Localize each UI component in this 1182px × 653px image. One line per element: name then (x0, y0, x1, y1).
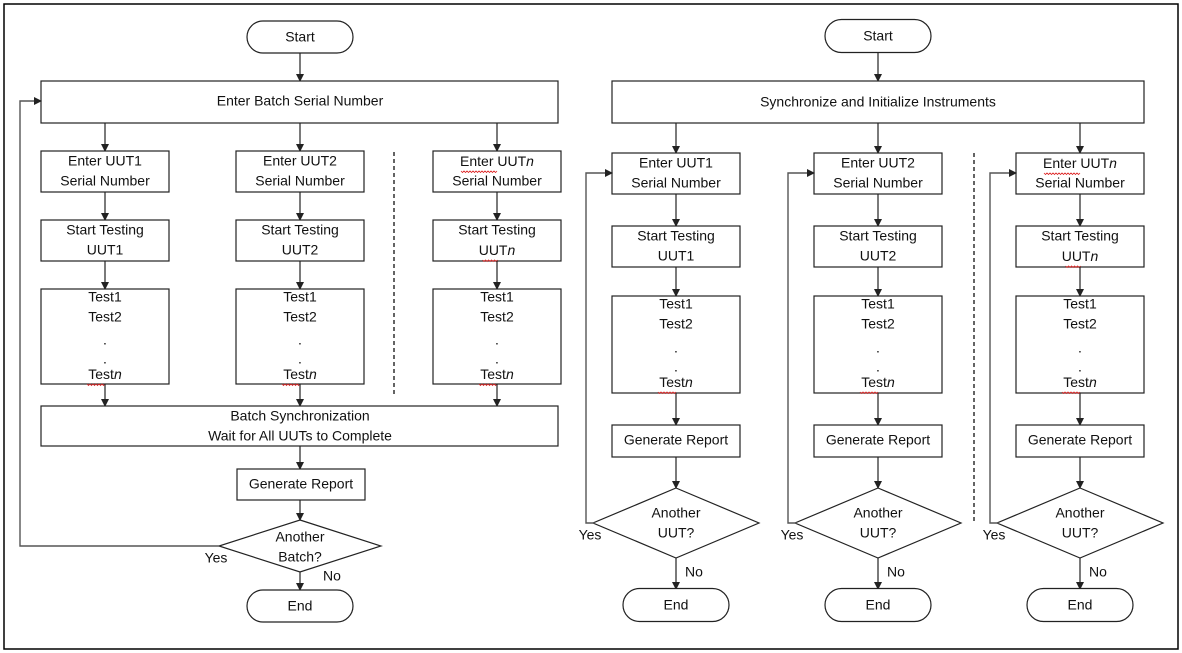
serial-number-label: Serial Number (1035, 175, 1125, 191)
test-label: Testn (1063, 374, 1097, 390)
ellipsis-dot: . (103, 332, 107, 348)
no-label: No (323, 568, 341, 584)
test-label: Testn (480, 366, 514, 382)
no-label: No (887, 564, 905, 580)
another-uut-decision-3 (995, 487, 1165, 559)
generate-report-label: Generate Report (1028, 432, 1132, 448)
spellcheck-underline (281, 383, 301, 387)
decision-label: UUT? (860, 525, 897, 541)
ellipsis-dot: . (674, 359, 678, 375)
decision-label: UUT? (1062, 525, 1099, 541)
test-label: Testn (861, 374, 895, 390)
no-label: No (685, 564, 703, 580)
batch-serial-label: Enter Batch Serial Number (217, 93, 384, 109)
ellipsis-dot: . (298, 351, 302, 367)
test-label: Testn (659, 374, 693, 390)
flowchart-svg: Start Enter Batch Serial Number Enter UUT1… (3, 3, 1179, 650)
start-testing-label: Start Testing (66, 222, 144, 238)
test-label: Test1 (480, 289, 514, 305)
enter-uut-label: Enter UUT1 (68, 153, 142, 169)
uut-label: UUT2 (860, 248, 897, 264)
decision-label: Another (853, 505, 902, 521)
uut-label: UUT2 (282, 242, 319, 258)
serial-number-label: Serial Number (255, 173, 345, 189)
generate-report-label: Generate Report (249, 476, 353, 492)
enter-uut-label: Enter UUTn (460, 153, 534, 169)
test-label: Test1 (283, 289, 317, 305)
init-instruments-label: Synchronize and Initialize Instruments (760, 94, 996, 110)
end-label: End (866, 597, 891, 613)
loop-back-arrow (989, 169, 1017, 524)
enter-uut-label: Enter UUTn (1043, 155, 1117, 171)
test-label: Testn (88, 366, 122, 382)
decision-label: Another (1055, 505, 1104, 521)
test-label: Test2 (283, 309, 317, 325)
ellipsis-dot: . (876, 340, 880, 356)
yes-label: Yes (781, 527, 804, 543)
yes-label: Yes (983, 527, 1006, 543)
serial-number-label: Serial Number (452, 173, 542, 189)
spellcheck-underline (478, 383, 498, 387)
start-testing-label: Start Testing (458, 222, 536, 238)
start-testing-label: Start Testing (261, 222, 339, 238)
ellipsis-dot: . (1078, 340, 1082, 356)
spellcheck-underline (86, 383, 106, 387)
end-label: End (664, 597, 689, 613)
start-testing-label: Start Testing (637, 228, 715, 244)
start-testing-label: Start Testing (839, 228, 917, 244)
test-label: Test1 (659, 296, 693, 312)
test-label: Test2 (480, 309, 514, 325)
test-label: Test1 (88, 289, 122, 305)
end-label: End (1068, 597, 1093, 613)
ellipsis-dot: . (298, 332, 302, 348)
serial-number-label: Serial Number (833, 175, 923, 191)
another-uut-decision-1 (591, 487, 761, 559)
decision-label: Another (275, 529, 324, 545)
test-label: Test2 (861, 316, 895, 332)
serial-number-label: Serial Number (60, 173, 150, 189)
generate-report-label: Generate Report (826, 432, 930, 448)
start-label: Start (863, 28, 893, 44)
batch-sync-label: Batch Synchronization (230, 408, 369, 424)
test-label: Testn (283, 366, 317, 382)
ellipsis-dot: . (495, 332, 499, 348)
enter-uut-label: Enter UUT2 (841, 155, 915, 171)
uut-label: UUT1 (87, 242, 124, 258)
end-label: End (288, 598, 313, 614)
enter-uut-label: Enter UUT1 (639, 155, 713, 171)
serial-number-label: Serial Number (631, 175, 721, 191)
no-label: No (1089, 564, 1107, 580)
wait-all-label: Wait for All UUTs to Complete (208, 428, 392, 444)
decision-label: Another (651, 505, 700, 521)
decision-label: Batch? (278, 549, 322, 565)
test-label: Test2 (659, 316, 693, 332)
uut-label: UUT1 (658, 248, 695, 264)
generate-report-label: Generate Report (624, 432, 728, 448)
start-label: Start (285, 29, 315, 45)
test-label: Test1 (861, 296, 895, 312)
start-testing-label: Start Testing (1041, 228, 1119, 244)
test-label: Test2 (88, 309, 122, 325)
uut-label: UUTn (1062, 248, 1099, 264)
ellipsis-dot: . (495, 351, 499, 367)
loop-back-arrow (585, 169, 613, 524)
ellipsis-dot: . (1078, 359, 1082, 375)
ellipsis-dot: . (674, 340, 678, 356)
decision-label: UUT? (658, 525, 695, 541)
ellipsis-dot: . (876, 359, 880, 375)
test-label: Test2 (1063, 316, 1097, 332)
enter-uut-label: Enter UUT2 (263, 153, 337, 169)
ellipsis-dot: . (103, 351, 107, 367)
another-uut-decision-2 (793, 487, 963, 559)
flowchart-canvas: Start Enter Batch Serial Number Enter UUT1… (0, 0, 1182, 653)
yes-label: Yes (579, 527, 602, 543)
test-label: Test1 (1063, 296, 1097, 312)
uut-label: UUTn (479, 242, 516, 258)
loop-back-arrow (787, 169, 815, 524)
yes-label: Yes (205, 550, 228, 566)
